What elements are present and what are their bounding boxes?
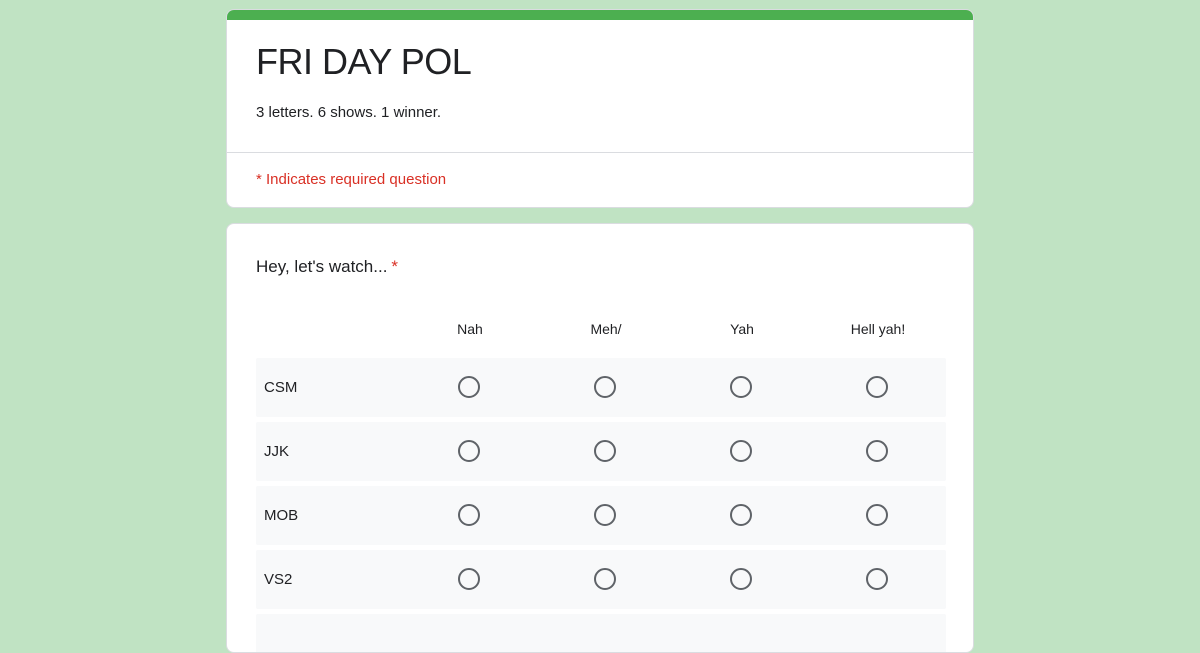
column-label-nah: Nah	[457, 321, 483, 337]
radio-unchecked-icon[interactable]	[866, 440, 888, 462]
radio-unchecked-icon[interactable]	[594, 376, 616, 398]
radio-unchecked-icon[interactable]	[594, 568, 616, 590]
radio-unchecked-icon[interactable]	[866, 568, 888, 590]
radio-unchecked-icon[interactable]	[594, 440, 616, 462]
column-label-meh: Meh/	[590, 321, 622, 337]
grid-row-jjk: JJK	[256, 422, 946, 481]
radio-unchecked-icon[interactable]	[458, 568, 480, 590]
grid-row-partial	[256, 614, 946, 652]
radio-unchecked-icon[interactable]	[458, 504, 480, 526]
question-title-text: Hey, let's watch...	[256, 257, 388, 276]
header-divider	[227, 152, 973, 153]
column-label-yah: Yah	[730, 321, 754, 337]
form-description: 3 letters. 6 shows. 1 winner.	[256, 104, 442, 121]
radio-unchecked-icon[interactable]	[730, 440, 752, 462]
column-label-hell-yah: Hell yah!	[850, 321, 906, 337]
radio-unchecked-icon[interactable]	[866, 504, 888, 526]
theme-accent-bar	[227, 10, 973, 20]
grid-row-vs2: VS2	[256, 550, 946, 609]
row-label: VS2	[264, 571, 293, 588]
radio-unchecked-icon[interactable]	[730, 568, 752, 590]
form-title: FRI DAY POL	[256, 41, 472, 82]
grid-header-row: Nah Meh/ Yah Hell yah!	[256, 312, 946, 358]
choice-grid: Nah Meh/ Yah Hell yah! CSM JJK MOB VS2	[256, 312, 946, 652]
radio-unchecked-icon[interactable]	[594, 504, 616, 526]
row-label: MOB	[264, 507, 299, 524]
question-title: Hey, let's watch... *	[256, 256, 398, 278]
required-asterisk: *	[391, 257, 399, 276]
radio-unchecked-icon[interactable]	[458, 440, 480, 462]
radio-unchecked-icon[interactable]	[730, 376, 752, 398]
row-label: CSM	[264, 379, 298, 396]
radio-unchecked-icon[interactable]	[458, 376, 480, 398]
row-label: JJK	[264, 443, 290, 460]
form-header-card: FRI DAY POL 3 letters. 6 shows. 1 winner…	[226, 9, 974, 208]
radio-unchecked-icon[interactable]	[866, 376, 888, 398]
grid-row-csm: CSM	[256, 358, 946, 417]
question-card: Hey, let's watch... * Nah Meh/ Yah Hell y…	[226, 223, 974, 653]
grid-row-mob: MOB	[256, 486, 946, 545]
required-question-note: * Indicates required question	[256, 171, 447, 188]
radio-unchecked-icon[interactable]	[730, 504, 752, 526]
